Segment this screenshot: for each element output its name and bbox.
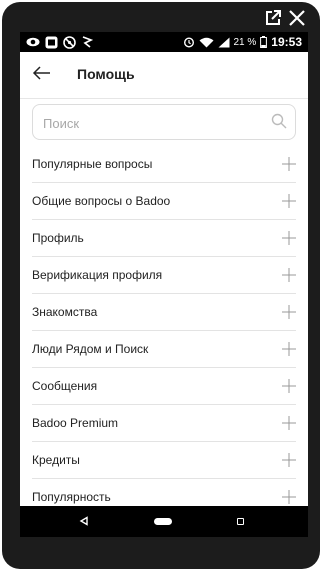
help-topic-item[interactable]: Знакомства: [32, 294, 296, 331]
plus-icon[interactable]: [282, 453, 296, 467]
help-topic-item[interactable]: Сообщения: [32, 368, 296, 405]
help-topic-item[interactable]: Профиль: [32, 220, 296, 257]
help-topic-label: Профиль: [32, 231, 84, 245]
help-topic-item[interactable]: Badoo Premium: [32, 405, 296, 442]
help-topic-label: Популярность: [32, 490, 111, 504]
home-pill-icon[interactable]: [154, 518, 172, 525]
battery-icon: [260, 36, 268, 48]
signal-icon: [218, 37, 229, 47]
back-triangle-icon[interactable]: [79, 516, 89, 526]
close-icon[interactable]: [288, 9, 306, 27]
phone-frame: 21 % 19:53 Помощь Поиск Популярные вопро…: [2, 2, 320, 569]
search-input[interactable]: [41, 113, 265, 133]
help-topic-label: Люди Рядом и Поиск: [32, 342, 149, 356]
flag-icon: [82, 36, 93, 48]
plus-icon[interactable]: [282, 268, 296, 282]
help-topic-label: Популярные вопросы: [32, 157, 153, 171]
help-topics-list: Популярные вопросы Общие вопросы о Badoo…: [32, 146, 296, 515]
help-topic-label: Общие вопросы о Badoo: [32, 194, 171, 208]
plus-icon[interactable]: [282, 416, 296, 430]
help-topic-label: Кредиты: [32, 453, 80, 467]
help-topic-item[interactable]: Кредиты: [32, 442, 296, 479]
plus-icon[interactable]: [282, 342, 296, 356]
device-screen: 21 % 19:53 Помощь Поиск Популярные вопро…: [20, 32, 308, 537]
arrow-left-icon[interactable]: [32, 65, 52, 81]
page-title: Помощь: [77, 66, 135, 82]
help-topic-label: Знакомства: [32, 305, 98, 319]
battery-percent: 21 %: [233, 36, 257, 48]
plus-icon[interactable]: [282, 194, 296, 208]
clock: 19:53: [271, 35, 302, 49]
plus-icon[interactable]: [282, 305, 296, 319]
system-nav-bar: [20, 506, 308, 537]
recents-square-icon[interactable]: [237, 518, 244, 525]
eye-icon: [26, 37, 40, 47]
popout-icon[interactable]: [264, 9, 282, 27]
search-icon[interactable]: [271, 113, 287, 129]
alarm-icon: [183, 37, 194, 48]
help-topic-item[interactable]: Общие вопросы о Badoo: [32, 183, 296, 220]
no-sign-icon: [63, 35, 76, 49]
help-topic-item[interactable]: Верификация профиля: [32, 257, 296, 294]
plus-icon[interactable]: [282, 379, 296, 393]
help-topic-label: Сообщения: [32, 379, 98, 393]
search-field[interactable]: [32, 104, 296, 140]
app-header: Помощь: [20, 52, 308, 99]
help-topic-item[interactable]: Люди Рядом и Поиск: [32, 331, 296, 368]
plus-icon[interactable]: [282, 231, 296, 245]
wifi-icon: [199, 37, 213, 47]
plus-icon[interactable]: [282, 157, 296, 171]
plus-icon[interactable]: [282, 490, 296, 504]
help-topic-label: Верификация профиля: [32, 268, 163, 282]
screen-icon: [45, 36, 58, 48]
help-topic-item[interactable]: Популярные вопросы: [32, 146, 296, 183]
status-bar: 21 % 19:53: [20, 32, 308, 52]
help-topic-label: Badoo Premium: [32, 416, 119, 430]
